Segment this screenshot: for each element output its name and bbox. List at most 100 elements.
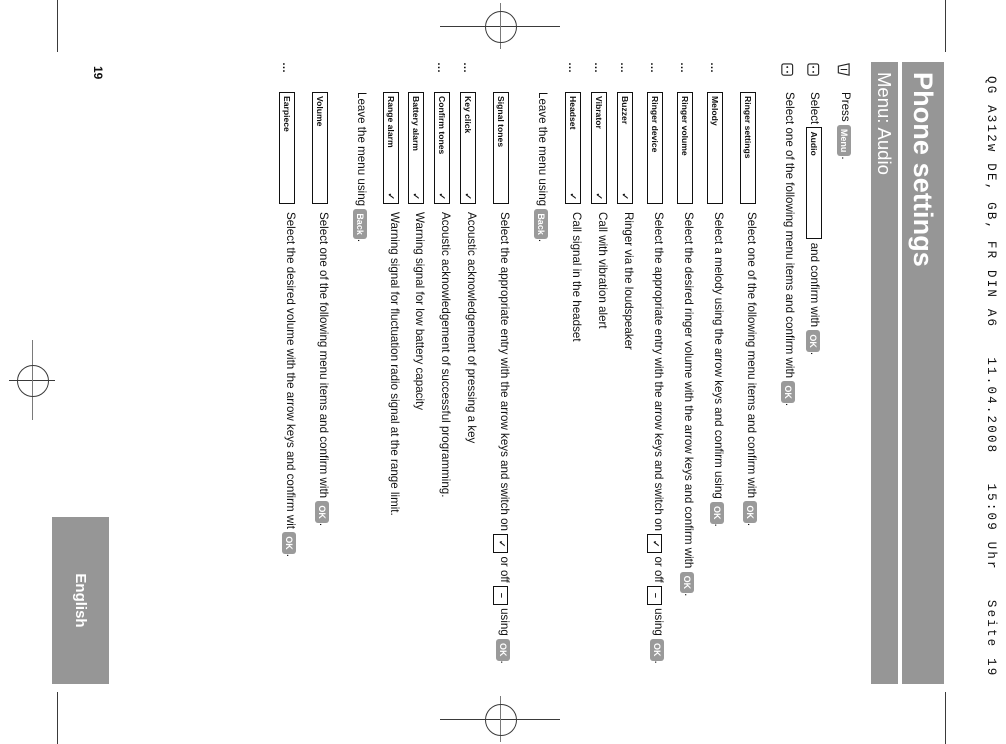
step-2-confirm-text: and confirm with: [808, 242, 821, 328]
menu-item-volume[interactable]: Volume: [312, 92, 328, 204]
page-title: Phone settings: [908, 72, 938, 267]
menu-row-vibrator: … Vibrator ✓ Call with vibration alert: [590, 62, 609, 684]
section-ringer-settings: Ringer settings Select one of the follow…: [740, 62, 758, 684]
checkmark-icon: ✓: [386, 192, 396, 200]
menu-item-range-alarm[interactable]: Range alarm ✓: [383, 92, 399, 204]
ringer-volume-description: Select the desired ringer volume with th…: [680, 212, 695, 684]
checkmark-icon: ✓: [463, 192, 473, 200]
menu-path-bar: Menu: Audio: [871, 62, 898, 684]
ok-key-pill[interactable]: OK: [806, 330, 820, 352]
instruction-list: Press Menu. Select Audio and confirm wit…: [277, 62, 852, 684]
leave-period: .: [355, 238, 368, 243]
ok-key-pill[interactable]: OK: [743, 501, 757, 523]
page-title-bar: Phone settings: [902, 62, 944, 684]
menu-row-headset: … Headset ✓ Call signal in the headset: [564, 62, 583, 684]
page-number: 19: [91, 66, 105, 80]
menu-item-headset-label: Headset: [568, 96, 578, 130]
step-1-period: .: [839, 156, 852, 160]
desc-text: Select the desired ringer volume with th…: [682, 212, 695, 572]
menu-key-pill[interactable]: Menu: [837, 124, 851, 157]
back-key-pill[interactable]: Back: [534, 209, 548, 239]
leave-label: Leave the menu using: [355, 92, 368, 210]
ringer-device-description: Select the appropriate entry with the ar…: [647, 212, 665, 684]
confirm-tones-description: Acoustic acknowledgement of successful p…: [439, 212, 452, 498]
ok-key-pill[interactable]: OK: [315, 501, 329, 523]
ringer-settings-description: Select one of the following menu items a…: [743, 212, 758, 684]
menu-item-range-alarm-label: Range alarm: [386, 96, 396, 148]
desc-period: .: [712, 523, 725, 527]
menu-item-key-click[interactable]: Key click ✓: [460, 92, 476, 204]
menu-item-earpiece[interactable]: Earpiece: [279, 92, 295, 204]
desc-period: .: [317, 522, 330, 527]
menu-row-range-alarm: Range alarm ✓ Warning signal for fluctuat…: [383, 62, 401, 684]
checkmark-icon: ✓: [620, 192, 630, 200]
step-select-menu-item: Select one of the following menu items a…: [777, 62, 796, 684]
step-3-label: Select one of the following menu items a…: [783, 92, 796, 379]
menu-row-ringer-volume: … Ringer volume Select the desired ringe…: [676, 62, 695, 684]
language-label: English: [72, 573, 89, 628]
menu-item-ringer-volume[interactable]: Ringer volume: [677, 92, 693, 204]
menu-item-confirm-tones[interactable]: Confirm tones ✓: [434, 92, 450, 204]
leave-menu-text-1: Leave the menu using Back.: [534, 92, 549, 684]
back-key-pill[interactable]: Back: [353, 209, 367, 239]
menu-item-signal-tones[interactable]: Signal tones: [493, 92, 509, 204]
ellipsis-marker: …: [618, 62, 630, 74]
menu-item-melody[interactable]: Melody: [707, 92, 723, 204]
desc-using: using: [652, 604, 665, 640]
menu-item-battery-alarm[interactable]: Battery alarm ✓: [408, 92, 424, 204]
menu-item-vibrator[interactable]: Vibrator ✓: [591, 92, 607, 204]
leave-menu-text-2: Leave the menu using Back.: [353, 92, 368, 684]
ok-key-pill[interactable]: OK: [781, 381, 795, 403]
earpiece-description: Select the desired volume with the arrow…: [282, 212, 297, 684]
nav-key-icon: [777, 62, 796, 92]
menu-item-audio[interactable]: Audio: [806, 127, 822, 240]
desc-period: .: [498, 660, 511, 664]
menu-item-battery-alarm-label: Battery alarm: [411, 96, 421, 151]
checkmark-icon: ✓: [568, 192, 578, 200]
desc-or-off: or off: [498, 553, 511, 586]
manual-page: Phone settings Menu: Audio Press Menu. S…: [52, 62, 944, 684]
checkmark-icon: ✓: [437, 192, 447, 200]
ellipsis-marker: …: [461, 62, 473, 74]
ok-key-pill[interactable]: OK: [650, 639, 664, 661]
desc-text: Select one of the following menu items a…: [317, 212, 330, 502]
menu-item-key-click-label: Key click: [463, 96, 473, 134]
menu-row-confirm-tones: … Confirm tones ✓ Acoustic acknowledgemen…: [433, 62, 452, 684]
switch-off-key[interactable]: –: [493, 585, 508, 605]
menu-row-ringer-device: … Ringer device Select the appropriate e…: [646, 62, 665, 684]
switch-on-key[interactable]: ✓: [493, 534, 508, 554]
ellipsis-marker: …: [648, 62, 660, 74]
ringer-device-footer: Leave the menu using Back.: [534, 62, 549, 684]
menu-item-buzzer[interactable]: Buzzer ✓: [617, 92, 633, 204]
scanned-page: QG A312w DE, GB, FR DIN A6 11.04.2008 15…: [0, 0, 1006, 744]
ellipsis-marker: …: [435, 62, 447, 74]
ok-key-pill[interactable]: OK: [496, 639, 510, 661]
step-1-label: Press: [839, 92, 852, 122]
key-click-description: Acoustic acknowledgement of pressing a k…: [465, 212, 478, 444]
menu-item-headset[interactable]: Headset ✓: [565, 92, 581, 204]
ok-key-pill[interactable]: OK: [710, 502, 724, 524]
vibrator-description: Call with vibration alert: [596, 212, 609, 329]
ok-key-pill[interactable]: OK: [680, 571, 694, 594]
desc-text: Select the appropriate entry with the ar…: [652, 212, 665, 535]
leave-label: Leave the menu using: [536, 92, 549, 210]
desc-text: Select the desired volume with the arrow…: [284, 212, 297, 533]
desc-period: .: [284, 553, 297, 557]
signal-tones-footer: Leave the menu using Back.: [353, 62, 368, 684]
switch-off-key[interactable]: –: [647, 585, 662, 605]
menu-row-buzzer: … Buzzer ✓ Ringer via the loudspeaker: [616, 62, 635, 684]
ok-key-pill[interactable]: OK: [282, 532, 296, 554]
switch-on-key[interactable]: ✓: [647, 534, 662, 554]
menu-row-key-click: … Key click ✓ Acoustic acknowledgement of…: [459, 62, 478, 684]
desc-using: using: [498, 604, 511, 640]
desc-text: Select a melody using the arrow keys and…: [712, 212, 725, 502]
checkmark-icon: ✓: [594, 192, 604, 200]
ellipsis-marker: …: [280, 62, 292, 74]
softkey-icon: [833, 62, 852, 92]
menu-item-ringer-device[interactable]: Ringer device: [647, 92, 663, 204]
leave-period: .: [536, 238, 549, 243]
section-signal-tones: Signal tones Select the appropriate entr…: [493, 62, 511, 684]
menu-item-ringer-settings[interactable]: Ringer settings: [740, 92, 756, 204]
menu-row-melody: … Melody Select a melody using the arrow…: [706, 62, 725, 684]
menu-item-vibrator-label: Vibrator: [594, 96, 604, 129]
